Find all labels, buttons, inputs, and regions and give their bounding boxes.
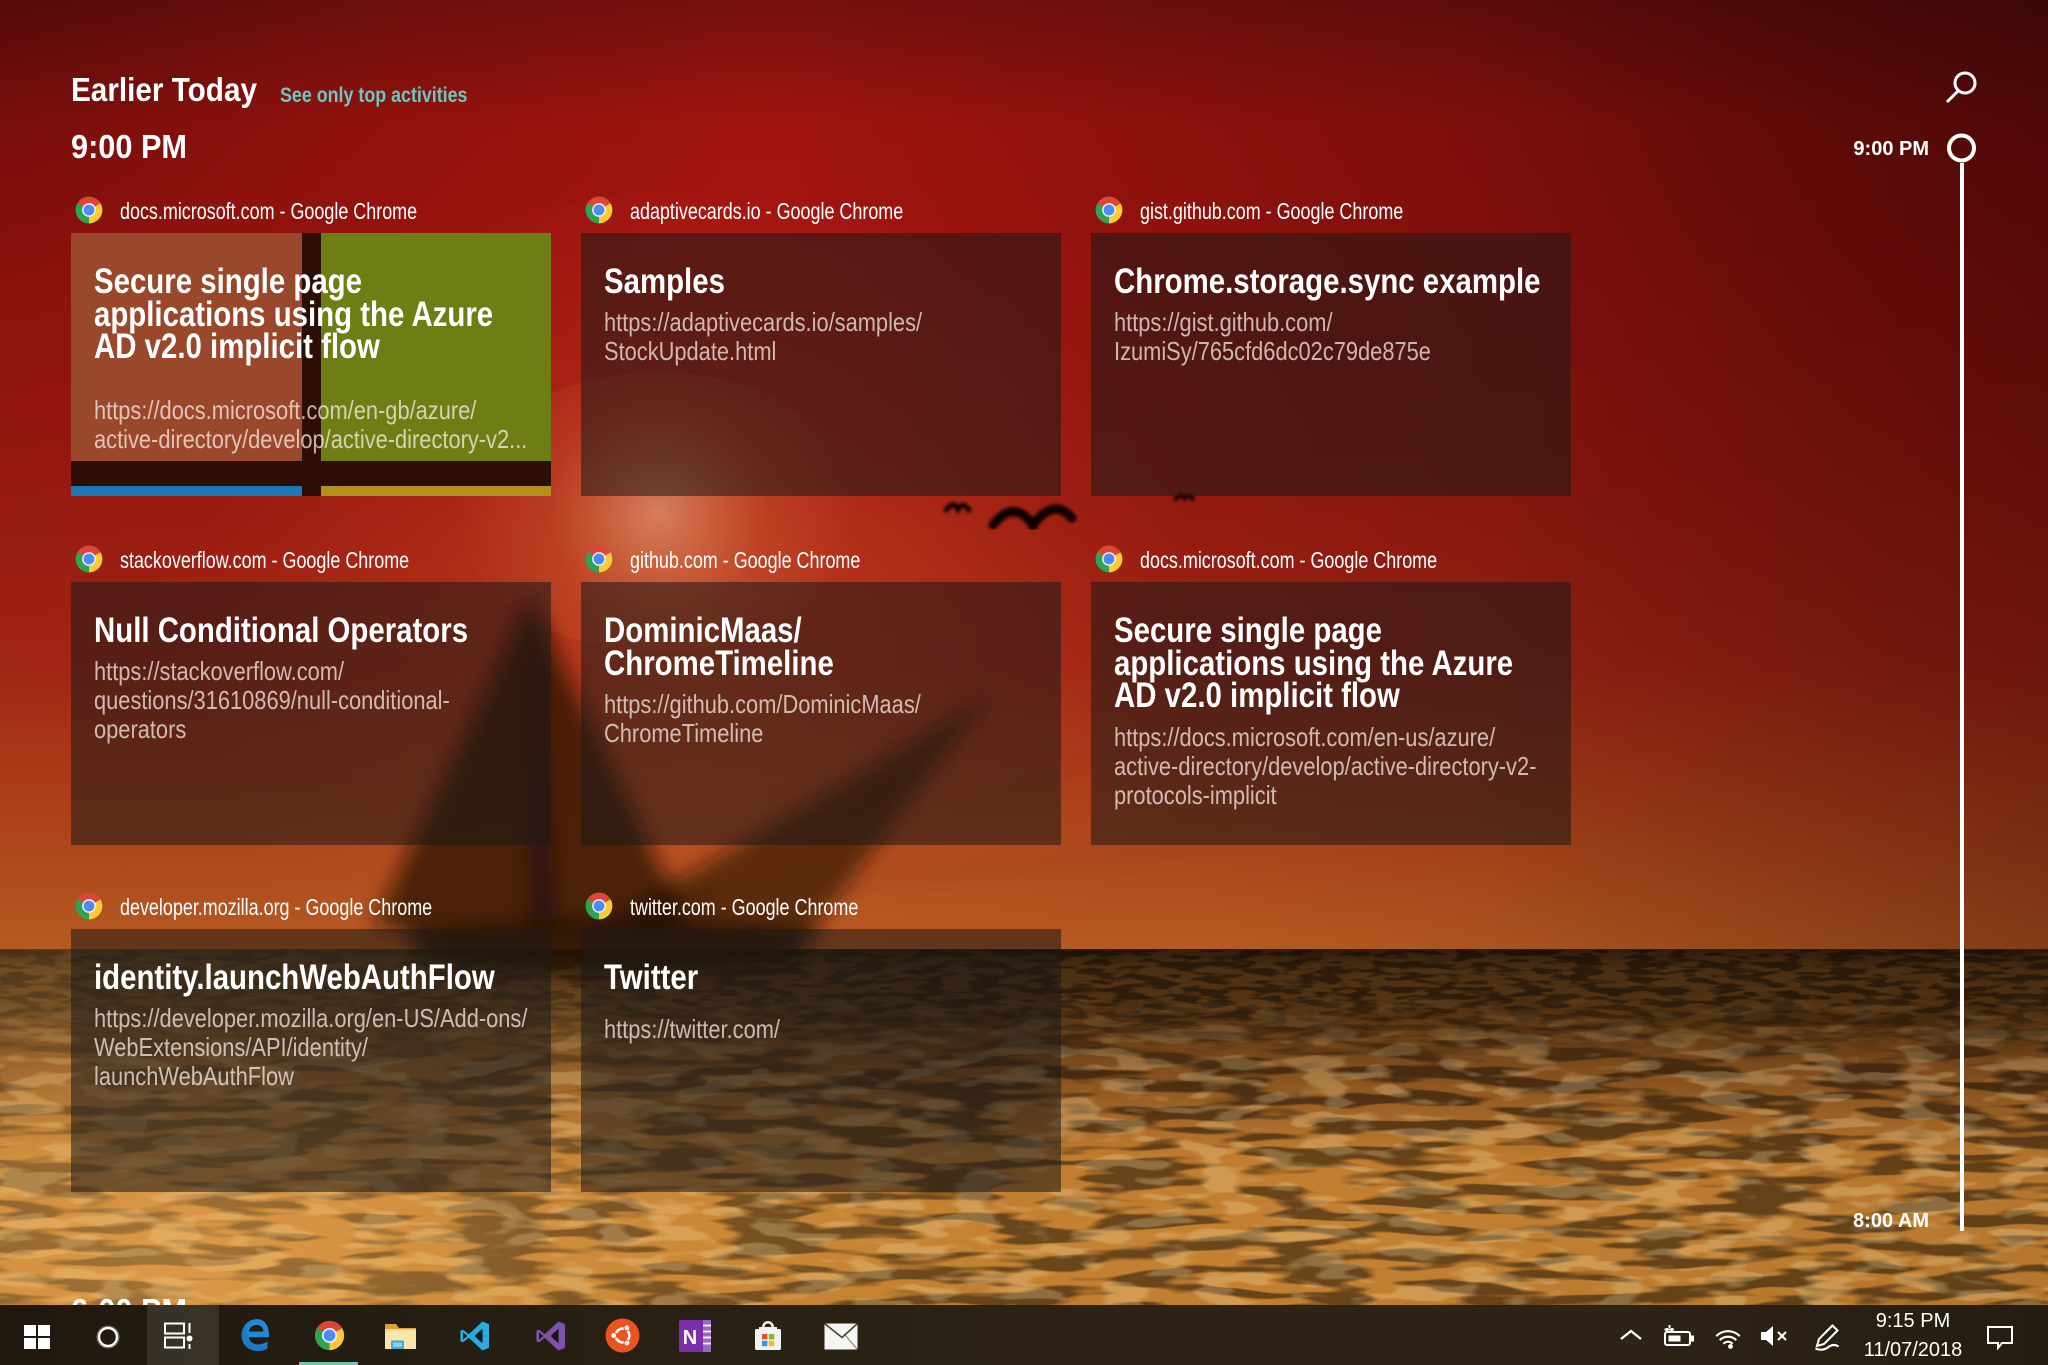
svg-text:N: N bbox=[683, 1327, 697, 1349]
